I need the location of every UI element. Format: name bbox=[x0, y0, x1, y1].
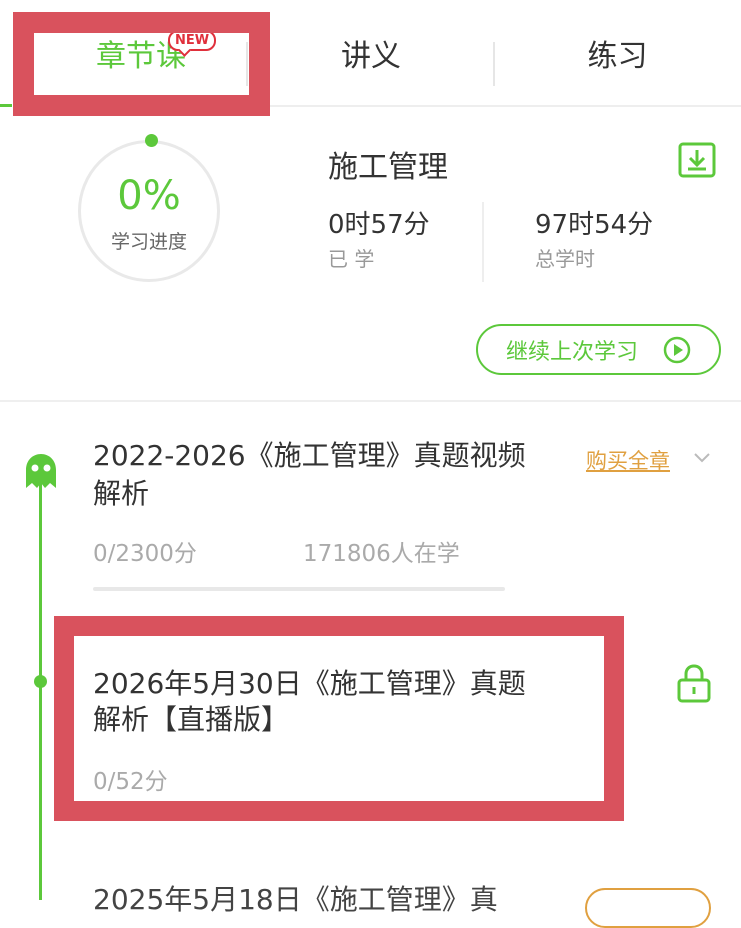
progress-percent: 0% bbox=[117, 173, 181, 219]
tab-practice-label: 练习 bbox=[587, 39, 648, 74]
tab-lecture[interactable]: 讲义 bbox=[248, 0, 494, 106]
chapter-progress-bar bbox=[93, 587, 505, 591]
play-circle-icon bbox=[663, 336, 691, 364]
total-time-value: 97时54分 bbox=[535, 210, 654, 240]
continue-learning-label: 继续上次学习 bbox=[506, 339, 639, 365]
download-icon bbox=[678, 142, 716, 178]
download-button[interactable] bbox=[678, 142, 716, 178]
chevron-down-icon[interactable] bbox=[693, 452, 711, 464]
new-badge: NEW bbox=[168, 30, 217, 51]
active-tab-indicator bbox=[0, 104, 12, 107]
tab-practice[interactable]: 练习 bbox=[494, 0, 741, 106]
chapter-score: 0/2300分 bbox=[93, 541, 197, 567]
lesson-title[interactable]: 2026年5月30日《施工管理》真题解析【直播版】 bbox=[93, 666, 543, 738]
continue-learning-button[interactable]: 继续上次学习 bbox=[476, 324, 721, 375]
buy-chapter-link[interactable]: 购买全章 bbox=[586, 445, 670, 475]
learned-time-label: 已 学 bbox=[328, 247, 375, 271]
ghost-icon bbox=[26, 454, 56, 488]
total-time-label: 总学时 bbox=[535, 247, 595, 271]
tab-lecture-label: 讲义 bbox=[341, 39, 401, 74]
section-separator bbox=[0, 400, 741, 402]
next-lesson-action-button[interactable] bbox=[585, 888, 711, 928]
chapter-title[interactable]: 2022-2026《施工管理》真题视频解析 bbox=[93, 437, 543, 513]
next-lesson-title[interactable]: 2025年5月18日《施工管理》真 bbox=[93, 882, 533, 918]
tab-bar: 章节课 NEW 讲义 练习 bbox=[0, 0, 741, 107]
chapter-learners: 171806人在学 bbox=[303, 541, 460, 567]
lesson-score: 0/52分 bbox=[93, 769, 168, 795]
learned-time-value: 0时57分 bbox=[328, 210, 430, 240]
progress-ring-dot bbox=[145, 134, 158, 147]
timeline-node-dot bbox=[34, 675, 47, 688]
tab-bar-bottom-border bbox=[270, 105, 741, 107]
lock-icon bbox=[677, 664, 711, 703]
course-title: 施工管理 bbox=[328, 150, 448, 185]
progress-label: 学习进度 bbox=[110, 231, 187, 253]
stat-divider bbox=[482, 202, 484, 282]
tab-chapter-course[interactable]: 章节课 bbox=[34, 0, 248, 106]
